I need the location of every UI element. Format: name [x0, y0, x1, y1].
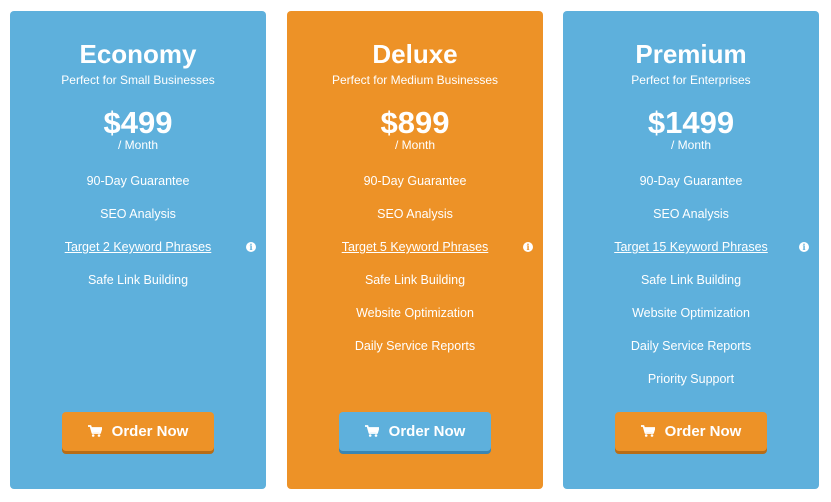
feature-text: Safe Link Building	[640, 273, 742, 287]
plan-price: $499	[103, 105, 173, 140]
feature-text: 90-Day Guarantee	[639, 174, 743, 188]
order-now-button[interactable]: Order Now	[62, 412, 214, 451]
feature-text: Safe Link Building	[87, 273, 189, 287]
cart-icon	[87, 424, 102, 437]
plan-period: / Month	[394, 138, 436, 152]
feature-item: Safe Link Building	[10, 273, 266, 306]
feature-item: SEO Analysis	[287, 207, 543, 240]
order-now-label: Order Now	[388, 423, 466, 441]
order-now-button[interactable]: Order Now	[615, 412, 767, 451]
feature-text: Website Optimization	[632, 306, 750, 320]
info-icon[interactable]: i	[523, 242, 533, 252]
order-now-label: Order Now	[664, 423, 742, 441]
feature-item: SEO Analysis	[563, 207, 819, 240]
pricing-card-premium: Premium Perfect for Enterprises $1499 / …	[563, 11, 819, 489]
feature-item: Safe Link Building	[563, 273, 819, 306]
feature-text: Safe Link Building	[364, 273, 466, 287]
feature-text: Website Optimization	[356, 306, 474, 320]
pricing-card-deluxe: Deluxe Perfect for Medium Businesses $89…	[287, 11, 543, 489]
feature-item: Target 2 Keyword Phrases i	[10, 240, 266, 273]
cart-icon	[364, 424, 379, 437]
feature-text: Daily Service Reports	[354, 339, 476, 353]
feature-list: 90-Day Guarantee SEO Analysis Target 2 K…	[10, 174, 266, 306]
feature-list: 90-Day Guarantee SEO Analysis Target 15 …	[563, 174, 819, 405]
feature-text: SEO Analysis	[100, 207, 176, 221]
feature-link-keywords[interactable]: Target 5 Keyword Phrases	[342, 240, 489, 254]
cart-icon	[640, 424, 655, 437]
plan-name: Deluxe	[372, 39, 458, 69]
pricing-card-economy: Economy Perfect for Small Businesses $49…	[10, 11, 266, 489]
feature-item: Priority Support	[563, 372, 819, 405]
feature-item: Target 5 Keyword Phrases i	[287, 240, 543, 273]
plan-subtitle: Perfect for Small Businesses	[61, 73, 215, 87]
info-icon[interactable]: i	[799, 242, 809, 252]
feature-item: Daily Service Reports	[287, 339, 543, 372]
order-now-button[interactable]: Order Now	[339, 412, 491, 451]
plan-name: Premium	[635, 39, 747, 69]
feature-item: Website Optimization	[287, 306, 543, 339]
plan-subtitle: Perfect for Enterprises	[631, 73, 751, 87]
info-icon[interactable]: i	[246, 242, 256, 252]
feature-text: 90-Day Guarantee	[363, 174, 467, 188]
plan-price: $1499	[647, 105, 735, 140]
feature-item: Safe Link Building	[287, 273, 543, 306]
feature-link-keywords[interactable]: Target 15 Keyword Phrases	[614, 240, 768, 254]
feature-text: SEO Analysis	[653, 207, 729, 221]
feature-item: Website Optimization	[563, 306, 819, 339]
plan-name: Economy	[79, 39, 197, 69]
feature-text: Priority Support	[647, 372, 735, 386]
feature-item: 90-Day Guarantee	[563, 174, 819, 207]
feature-item: 90-Day Guarantee	[287, 174, 543, 207]
feature-text: Daily Service Reports	[630, 339, 752, 353]
feature-item: 90-Day Guarantee	[10, 174, 266, 207]
plan-price: $899	[380, 105, 450, 140]
plan-period: / Month	[670, 138, 712, 152]
feature-item: SEO Analysis	[10, 207, 266, 240]
plan-subtitle: Perfect for Medium Businesses	[331, 73, 499, 87]
feature-item: Daily Service Reports	[563, 339, 819, 372]
feature-text: 90-Day Guarantee	[86, 174, 190, 188]
feature-link-keywords[interactable]: Target 2 Keyword Phrases	[65, 240, 212, 254]
feature-text: SEO Analysis	[377, 207, 453, 221]
plan-period: / Month	[117, 138, 159, 152]
order-now-label: Order Now	[111, 423, 189, 441]
feature-item: Target 15 Keyword Phrases i	[563, 240, 819, 273]
feature-list: 90-Day Guarantee SEO Analysis Target 5 K…	[287, 174, 543, 372]
